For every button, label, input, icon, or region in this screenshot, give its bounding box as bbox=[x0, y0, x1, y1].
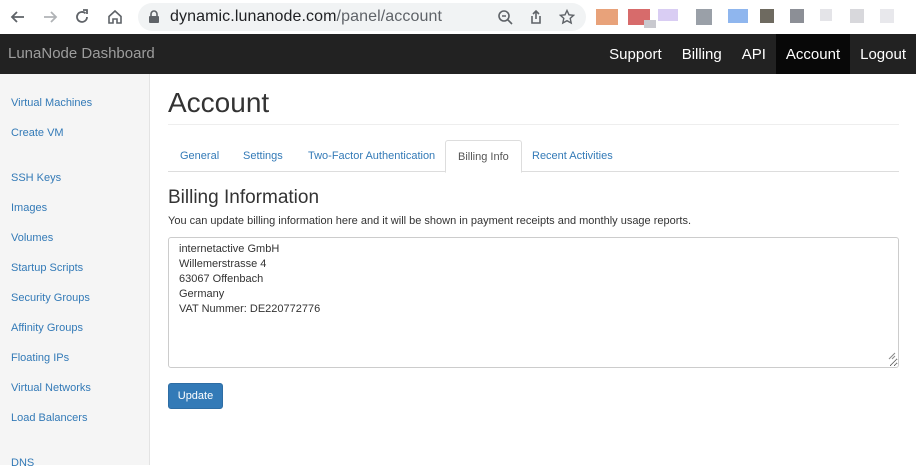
section-title: Billing Information bbox=[168, 187, 320, 208]
star-icon[interactable] bbox=[558, 8, 576, 26]
tab-billing-info[interactable]: Billing Info bbox=[445, 140, 522, 173]
tab-two-factor-authentication[interactable]: Two-Factor Authentication bbox=[296, 140, 447, 172]
title-divider bbox=[168, 124, 899, 125]
sidebar-item-virtual-machines[interactable]: Virtual Machines bbox=[11, 97, 92, 109]
zoom-icon[interactable] bbox=[496, 8, 514, 26]
address-bar[interactable]: dynamic.lunanode.com/panel/account bbox=[138, 3, 586, 31]
browser-toolbar: dynamic.lunanode.com/panel/account bbox=[0, 0, 916, 34]
billing-description: You can update billing information here … bbox=[168, 215, 692, 227]
sidebar-item-affinity-groups[interactable]: Affinity Groups bbox=[11, 322, 83, 334]
tab-settings[interactable]: Settings bbox=[231, 140, 295, 172]
nav-support[interactable]: Support bbox=[599, 34, 672, 74]
share-icon[interactable] bbox=[527, 8, 545, 26]
page-title: Account bbox=[168, 87, 270, 118]
billing-line: Germany bbox=[179, 288, 225, 300]
tab-recent-activities[interactable]: Recent Activities bbox=[520, 140, 625, 172]
sidebar: Virtual Machines Create VM SSH Keys Imag… bbox=[0, 74, 150, 469]
reload-button[interactable] bbox=[70, 5, 94, 29]
billing-info-textarea[interactable]: internetactive GmbH Willemerstrasse 4 63… bbox=[168, 237, 899, 368]
account-tabs: General Settings Two-Factor Authenticati… bbox=[168, 140, 899, 173]
reload-icon bbox=[76, 9, 88, 23]
update-button[interactable]: Update bbox=[168, 383, 223, 409]
sidebar-item-volumes[interactable]: Volumes bbox=[11, 232, 53, 244]
extensions-bar[interactable] bbox=[594, 4, 916, 30]
sidebar-item-create-vm[interactable]: Create VM bbox=[11, 127, 64, 139]
nav-account[interactable]: Account bbox=[775, 34, 851, 74]
url-text: dynamic.lunanode.com/panel/account bbox=[170, 8, 442, 26]
nav-billing[interactable]: Billing bbox=[672, 34, 732, 74]
sidebar-item-images[interactable]: Images bbox=[11, 202, 47, 214]
home-icon bbox=[108, 9, 122, 24]
main-content: Account General Settings Two-Factor Auth… bbox=[168, 74, 899, 465]
arrow-right-icon bbox=[44, 11, 58, 23]
sidebar-item-startup-scripts[interactable]: Startup Scripts bbox=[11, 262, 83, 274]
url-host: dynamic.lunanode.com bbox=[170, 8, 337, 25]
nav-api[interactable]: API bbox=[732, 34, 776, 74]
billing-line: internetactive GmbH bbox=[179, 243, 280, 255]
navbar-links: Support Billing API Account Logout bbox=[599, 34, 916, 74]
lock-icon bbox=[148, 10, 160, 29]
back-button[interactable] bbox=[6, 5, 30, 29]
sidebar-item-load-balancers[interactable]: Load Balancers bbox=[11, 412, 87, 424]
top-navbar: LunaNode Dashboard Support Billing API A… bbox=[0, 34, 916, 74]
sidebar-item-floating-ips[interactable]: Floating IPs bbox=[11, 352, 69, 364]
sidebar-item-dns[interactable]: DNS bbox=[11, 457, 34, 469]
sidebar-item-ssh-keys[interactable]: SSH Keys bbox=[11, 172, 61, 184]
home-button[interactable] bbox=[103, 5, 127, 29]
sidebar-item-virtual-networks[interactable]: Virtual Networks bbox=[11, 382, 91, 394]
billing-line: 63067 Offenbach bbox=[179, 273, 264, 285]
arrow-left-icon bbox=[10, 11, 24, 23]
sidebar-item-security-groups[interactable]: Security Groups bbox=[11, 292, 90, 304]
forward-button[interactable] bbox=[38, 5, 62, 29]
billing-line: VAT Nummer: DE220772776 bbox=[179, 303, 321, 315]
resize-handle-icon[interactable] bbox=[888, 350, 896, 365]
billing-line: Willemerstrasse 4 bbox=[179, 258, 267, 270]
nav-logout[interactable]: Logout bbox=[850, 34, 916, 74]
url-path: /panel/account bbox=[336, 8, 443, 25]
tab-general[interactable]: General bbox=[168, 140, 231, 172]
brand-logo[interactable]: LunaNode Dashboard bbox=[8, 45, 155, 62]
